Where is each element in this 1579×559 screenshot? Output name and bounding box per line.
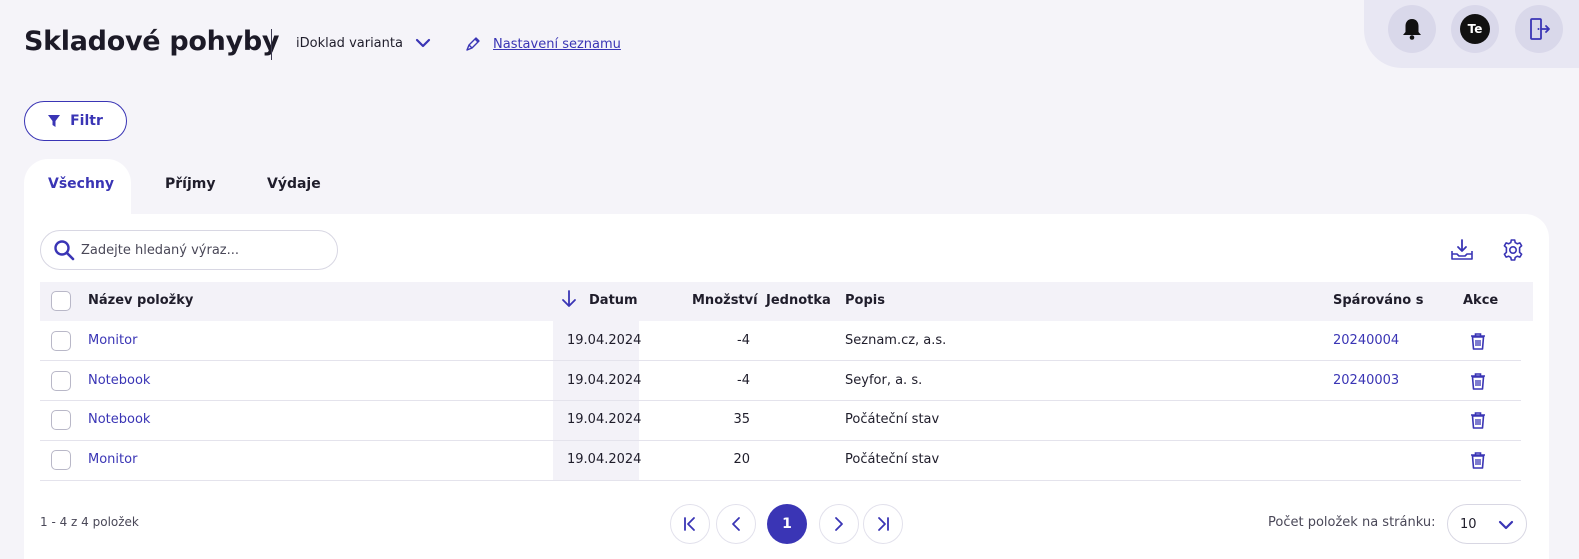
chevron-down-icon [1498,520,1514,530]
row-checkbox[interactable] [51,371,71,391]
row-checkbox[interactable] [51,331,71,351]
chevron-left-icon [732,517,740,531]
trash-icon[interactable] [1469,332,1487,350]
last-page-button[interactable] [863,504,903,544]
sort-down-icon[interactable] [561,290,577,308]
table-settings-button[interactable] [1501,238,1525,262]
column-header-unit[interactable]: Jednotka [766,293,831,308]
row-paired-link[interactable]: 20240003 [1333,373,1399,388]
title-divider [271,29,272,60]
list-settings-link[interactable]: Nastavení seznamu [464,35,621,53]
variant-dropdown[interactable]: iDoklad varianta [296,35,431,51]
logout-button[interactable] [1515,5,1563,53]
column-header-actions: Akce [1463,293,1499,308]
row-quantity: -4 [737,373,750,388]
row-item-name[interactable]: Monitor [88,333,137,348]
row-description: Počáteční stav [845,452,940,467]
export-button[interactable] [1450,238,1474,262]
select-all-checkbox[interactable] [51,291,71,311]
row-description: Počáteční stav [845,412,940,427]
search-icon [54,240,75,261]
trash-icon[interactable] [1469,411,1487,429]
row-description: Seyfor, a. s. [845,373,923,388]
row-item-name[interactable]: Notebook [88,412,150,427]
filter-icon [48,115,61,127]
user-avatar-button[interactable]: Te [1451,5,1499,53]
current-page-button[interactable]: 1 [767,504,807,544]
tab-receipts[interactable]: Příjmy [165,176,215,192]
search-box[interactable] [40,230,338,270]
previous-page-button[interactable] [716,504,756,544]
page-title: Skladové pohyby [24,26,280,57]
column-header-date[interactable]: Datum [589,293,638,308]
first-page-icon [684,517,695,531]
per-page-select[interactable]: 10 [1447,504,1527,544]
first-page-button[interactable] [670,504,710,544]
trash-icon[interactable] [1469,451,1487,469]
gear-icon [1503,239,1523,261]
row-description: Seznam.cz, a.s. [845,333,947,348]
list-settings-label: Nastavení seznamu [493,36,621,52]
row-date: 19.04.2024 [567,333,642,348]
variant-label: iDoklad varianta [296,35,403,51]
next-page-button[interactable] [819,504,859,544]
last-page-icon [878,517,889,531]
column-header-name[interactable]: Název položky [88,293,193,308]
row-item-name[interactable]: Monitor [88,452,137,467]
search-input[interactable] [81,242,321,258]
notifications-button[interactable] [1388,5,1436,53]
row-date: 19.04.2024 [567,452,642,467]
per-page-label: Počet položek na stránku: [1268,515,1436,530]
filter-label: Filtr [70,113,103,129]
logout-icon [1530,18,1550,40]
row-checkbox[interactable] [51,450,71,470]
filter-button[interactable]: Filtr [24,101,127,141]
user-toolbar: Te [1364,0,1579,68]
column-header-paired[interactable]: Spárováno s [1333,293,1423,308]
row-date: 19.04.2024 [567,412,642,427]
tab-all[interactable]: Všechny [48,176,114,192]
avatar: Te [1460,14,1490,44]
chevron-right-icon [835,517,843,531]
row-divider [40,360,1521,361]
row-divider [40,480,1521,481]
row-divider [40,400,1521,401]
download-icon [1451,239,1473,260]
row-paired-link[interactable]: 20240004 [1333,333,1399,348]
row-item-name[interactable]: Notebook [88,373,150,388]
column-header-description[interactable]: Popis [845,293,885,308]
per-page-value: 10 [1460,516,1477,532]
trash-icon[interactable] [1469,372,1487,390]
chevron-down-icon [415,38,431,48]
row-date: 19.04.2024 [567,373,642,388]
row-quantity: 20 [733,452,750,467]
row-quantity: -4 [737,333,750,348]
bell-icon [1403,19,1421,40]
column-header-quantity[interactable]: Množství [692,293,758,308]
row-divider [40,440,1521,441]
row-checkbox[interactable] [51,410,71,430]
row-quantity: 35 [733,412,750,427]
pencil-icon [466,37,480,51]
tab-issues[interactable]: Výdaje [267,176,321,192]
item-count: 1 - 4 z 4 položek [40,515,139,529]
